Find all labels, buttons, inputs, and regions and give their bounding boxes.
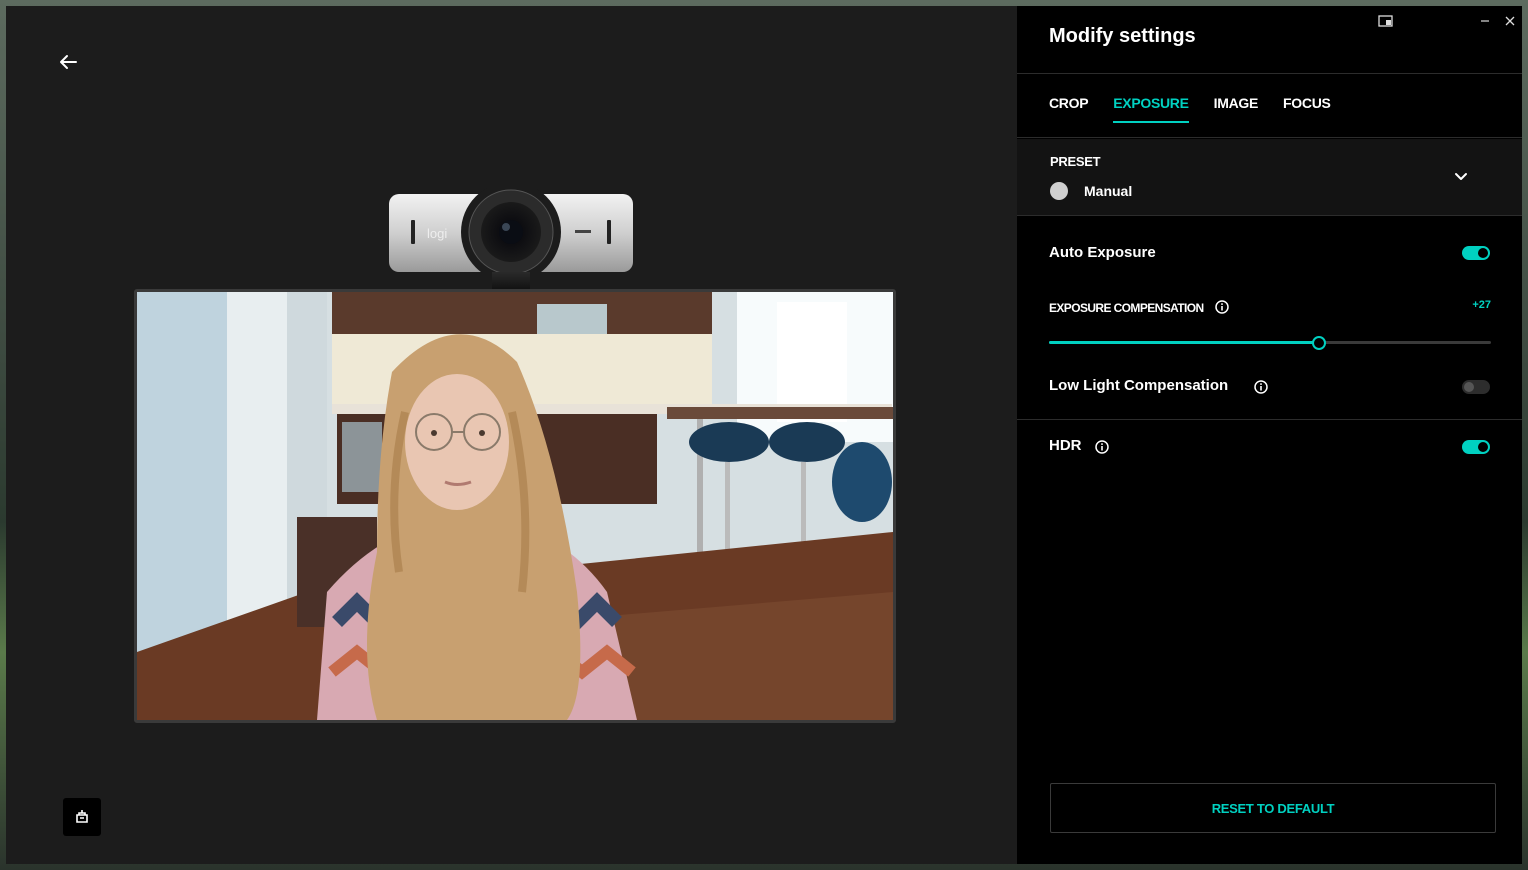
divider <box>1017 215 1522 216</box>
info-icon[interactable] <box>1254 380 1268 394</box>
back-button[interactable] <box>54 48 82 76</box>
minimize-icon <box>1481 20 1489 22</box>
camera-preview <box>134 289 896 723</box>
exposure-compensation-label: EXPOSURE COMPENSATION <box>1049 301 1204 315</box>
slider-thumb[interactable] <box>1311 336 1326 350</box>
preset-indicator <box>1050 182 1068 200</box>
divider <box>1017 419 1522 420</box>
tab-crop[interactable]: CROP <box>1049 95 1089 123</box>
webcam-mount <box>492 272 530 290</box>
low-light-toggle[interactable] <box>1462 380 1490 394</box>
divider <box>1017 137 1522 138</box>
preset-dropdown[interactable]: PRESET Manual <box>1017 139 1522 215</box>
camera-brand-logo: logi <box>427 226 448 241</box>
minimize-button[interactable] <box>1475 12 1495 30</box>
low-light-label: Low Light Compensation <box>1049 377 1229 394</box>
auto-exposure-label: Auto Exposure <box>1049 244 1156 261</box>
chevron-down-icon <box>1455 173 1467 180</box>
settings-tabs: CROP EXPOSURE IMAGE FOCUS <box>1049 95 1331 123</box>
snap-window-button[interactable] <box>1375 12 1395 30</box>
close-icon <box>1505 16 1515 26</box>
preset-label: PRESET <box>1050 154 1101 169</box>
panel-title: Modify settings <box>1049 25 1196 47</box>
info-icon[interactable] <box>1095 440 1109 454</box>
auto-exposure-toggle[interactable] <box>1462 246 1490 260</box>
exposure-compensation-value: +27 <box>1472 299 1491 311</box>
snap-window-icon <box>1377 15 1393 27</box>
reset-to-default-button[interactable]: RESET TO DEFAULT <box>1050 783 1496 833</box>
slider-fill <box>1049 341 1319 344</box>
close-button[interactable] <box>1500 12 1520 30</box>
bottom-device-icon <box>76 810 88 823</box>
divider <box>1017 73 1522 74</box>
tab-exposure[interactable]: EXPOSURE <box>1113 95 1189 123</box>
preview-area: logi <box>6 6 1017 864</box>
webcam-illustration: logi <box>389 182 633 282</box>
tab-image[interactable]: IMAGE <box>1214 95 1259 123</box>
device-button[interactable] <box>63 798 101 836</box>
preset-value: Manual <box>1084 183 1133 199</box>
hdr-toggle[interactable] <box>1462 440 1490 454</box>
exposure-compensation-slider[interactable] <box>1049 336 1491 350</box>
tab-focus[interactable]: FOCUS <box>1283 95 1331 123</box>
back-arrow-icon <box>60 55 77 69</box>
settings-panel: Modify settings CROP EXPOSURE IMAGE FOCU… <box>1017 6 1522 864</box>
info-icon[interactable] <box>1215 300 1229 314</box>
hdr-label: HDR <box>1049 437 1082 454</box>
app-window: logi Modify settings CROP EXPOSURE IMAGE… <box>6 6 1522 864</box>
